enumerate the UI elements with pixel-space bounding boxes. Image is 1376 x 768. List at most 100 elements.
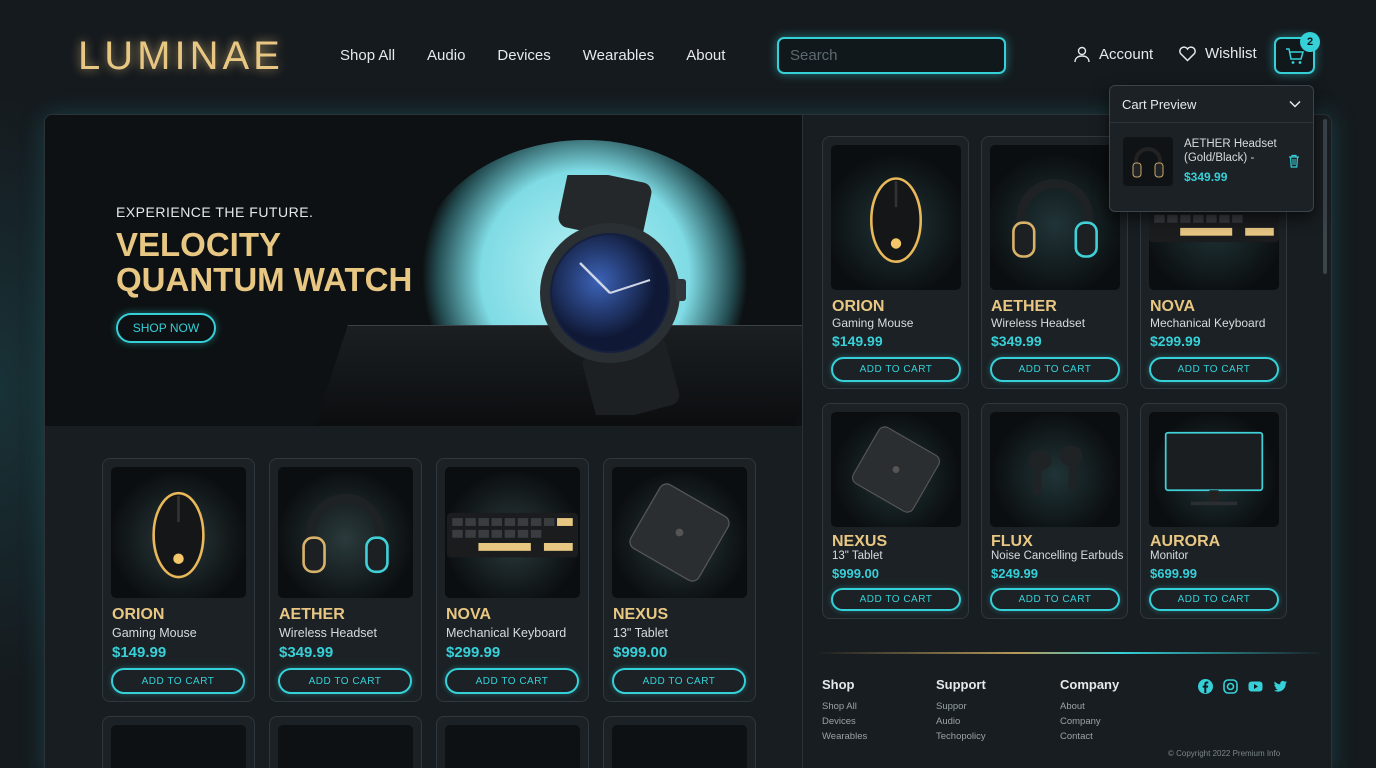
nav-audio[interactable]: Audio xyxy=(427,47,465,64)
trash-icon[interactable] xyxy=(1288,154,1300,168)
footer-link[interactable]: Techopolicy xyxy=(936,729,986,744)
instagram-icon[interactable] xyxy=(1223,679,1238,694)
product-image[interactable] xyxy=(612,725,747,768)
add-to-cart-button[interactable]: ADD TO CART xyxy=(831,357,961,382)
cart-item-thumbnail xyxy=(1123,137,1173,186)
product-card-partial[interactable] xyxy=(269,716,422,768)
nav-shop-all[interactable]: Shop All xyxy=(340,47,395,64)
product-card-partial[interactable] xyxy=(102,716,255,768)
product-name: NOVA xyxy=(1150,298,1196,315)
product-card[interactable]: FLUX Noise Cancelling Earbuds $249.99 ADD T… xyxy=(981,403,1128,619)
product-image[interactable] xyxy=(990,412,1120,527)
hero-title-line1: VELOCITY xyxy=(116,226,282,263)
product-card[interactable]: AETHER Wireless Headset $349.99 ADD TO CART xyxy=(269,458,422,702)
cart-preview-title: Cart Preview xyxy=(1122,96,1197,112)
add-to-cart-button[interactable]: ADD TO CART xyxy=(990,588,1120,611)
cart-button[interactable]: 2 xyxy=(1274,32,1320,74)
hero-banner[interactable]: EXPERIENCE THE FUTURE. VELOCITY QUANTUM … xyxy=(45,115,802,426)
product-card[interactable]: AETHER Wireless Headset $349.99 ADD TO CART xyxy=(981,136,1128,389)
product-subtitle: Noise Cancelling Earbuds xyxy=(991,550,1124,562)
product-price: $349.99 xyxy=(991,333,1042,349)
product-card[interactable]: ORION Gaming Mouse $149.99 ADD TO CART xyxy=(822,136,969,389)
add-to-cart-button[interactable]: ADD TO CART xyxy=(612,668,746,694)
product-image[interactable] xyxy=(831,145,961,290)
youtube-icon[interactable] xyxy=(1248,679,1263,694)
product-subtitle: 13" Tablet xyxy=(832,550,883,562)
product-card[interactable]: NOVA Mechanical Keyboard $299.99 ADD TO CAR… xyxy=(436,458,589,702)
product-price: $249.99 xyxy=(991,566,1038,581)
footer-link[interactable]: About xyxy=(1060,699,1119,714)
copyright-text: © Copyright 2022 Premium Info xyxy=(1168,749,1281,758)
product-card[interactable]: NEXUS 13" Tablet $999.00 ADD TO CART xyxy=(822,403,969,619)
wishlist-label: Wishlist xyxy=(1205,45,1257,62)
footer-link[interactable]: Wearables xyxy=(822,729,867,744)
product-name: NOVA xyxy=(446,606,492,623)
cart-item-price: $349.99 xyxy=(1184,170,1228,184)
product-image[interactable] xyxy=(831,412,961,527)
product-price: $349.99 xyxy=(279,644,334,661)
product-price: $149.99 xyxy=(832,333,883,349)
product-card-partial[interactable] xyxy=(436,716,589,768)
facebook-icon[interactable] xyxy=(1198,679,1213,694)
footer-company-column: Company About Company Contact xyxy=(1060,677,1119,744)
brand-logo[interactable]: LUMINAE xyxy=(78,34,284,79)
product-subtitle: Monitor xyxy=(1150,550,1189,562)
product-image[interactable] xyxy=(612,467,747,598)
product-price: $999.00 xyxy=(832,566,879,581)
footer-shop-title: Shop xyxy=(822,677,855,692)
add-to-cart-button[interactable]: ADD TO CART xyxy=(1149,357,1279,382)
wishlist-link[interactable]: Wishlist xyxy=(1178,45,1257,62)
main-nav: Shop All Audio Devices Wearables About xyxy=(340,47,725,64)
heart-icon xyxy=(1179,46,1196,62)
add-to-cart-button[interactable]: ADD TO CART xyxy=(278,668,412,694)
chevron-down-icon[interactable] xyxy=(1289,100,1301,108)
product-subtitle: 13" Tablet xyxy=(613,626,668,640)
footer-link[interactable]: Devices xyxy=(822,714,867,729)
product-subtitle: Mechanical Keyboard xyxy=(1150,316,1266,330)
add-to-cart-button[interactable]: ADD TO CART xyxy=(445,668,579,694)
cart-count-badge: 2 xyxy=(1300,32,1320,52)
product-price: $999.00 xyxy=(613,644,668,661)
product-subtitle: Wireless Headset xyxy=(279,626,377,640)
product-image[interactable] xyxy=(278,725,413,768)
product-image[interactable] xyxy=(111,467,246,598)
twitter-icon[interactable] xyxy=(1273,679,1288,694)
add-to-cart-button[interactable]: ADD TO CART xyxy=(831,588,961,611)
nav-wearables[interactable]: Wearables xyxy=(583,47,654,64)
footer-link[interactable]: Company xyxy=(1060,714,1119,729)
shop-now-button[interactable]: SHOP NOW xyxy=(116,313,216,343)
product-image[interactable] xyxy=(1149,412,1279,527)
scrollbar[interactable] xyxy=(1323,119,1327,274)
watch-image xyxy=(540,175,686,415)
product-name: FLUX xyxy=(991,533,1033,550)
footer-link[interactable]: Suppor xyxy=(936,699,986,714)
footer-link[interactable]: Contact xyxy=(1060,729,1119,744)
account-link[interactable]: Account xyxy=(1073,45,1153,63)
product-image[interactable] xyxy=(445,725,580,768)
nav-about[interactable]: About xyxy=(686,47,725,64)
add-to-cart-button[interactable]: ADD TO CART xyxy=(990,357,1120,382)
add-to-cart-button[interactable]: ADD TO CART xyxy=(111,668,245,694)
product-name: AETHER xyxy=(279,606,345,623)
product-card[interactable]: AURORA Monitor $699.99 ADD TO CART xyxy=(1140,403,1287,619)
product-card[interactable]: ORION Gaming Mouse $149.99 ADD TO CART xyxy=(102,458,255,702)
footer-support-title: Support xyxy=(936,677,986,692)
product-image[interactable] xyxy=(278,467,413,598)
product-name: ORION xyxy=(832,298,885,315)
product-image[interactable] xyxy=(990,145,1120,290)
cart-preview-dropdown: Cart Preview AETHER Headset (Gold/Black)… xyxy=(1109,85,1314,212)
add-to-cart-button[interactable]: ADD TO CART xyxy=(1149,588,1279,611)
product-card-partial[interactable] xyxy=(603,716,756,768)
product-image[interactable] xyxy=(111,725,246,768)
cart-preview-header[interactable]: Cart Preview xyxy=(1110,86,1313,123)
product-price: $299.99 xyxy=(1150,333,1201,349)
product-image[interactable] xyxy=(445,467,580,598)
footer-link[interactable]: Audio xyxy=(936,714,986,729)
product-price: $299.99 xyxy=(446,644,501,661)
product-card[interactable]: NEXUS 13" Tablet $999.00 ADD TO CART xyxy=(603,458,756,702)
nav-devices[interactable]: Devices xyxy=(497,47,550,64)
footer-link[interactable]: Shop All xyxy=(822,699,867,714)
search-input[interactable] xyxy=(777,37,1006,74)
hero-title: VELOCITY QUANTUM WATCH xyxy=(116,227,436,297)
footer-company-title: Company xyxy=(1060,677,1120,692)
